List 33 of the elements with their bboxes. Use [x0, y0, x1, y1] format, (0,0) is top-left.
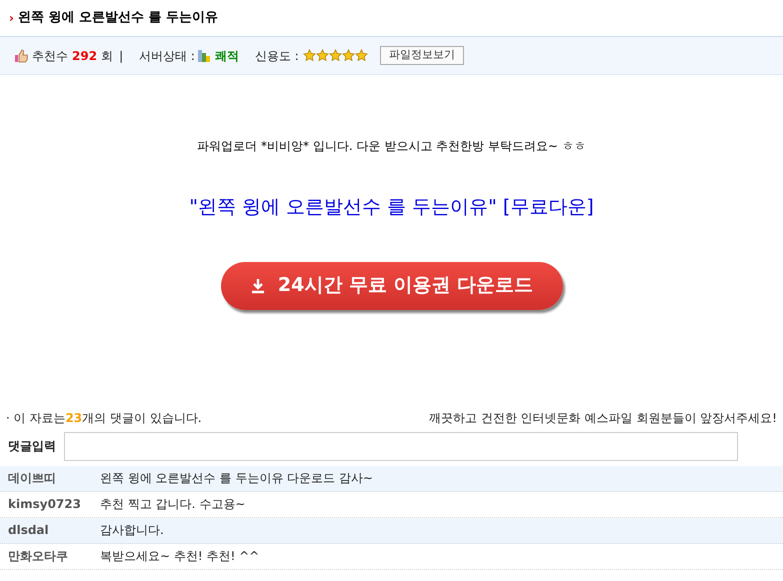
download-button[interactable]: 24시간 무료 이용권 다운로드: [220, 262, 562, 310]
download-icon: [250, 278, 266, 294]
star-icon: [342, 49, 355, 62]
comment-author: kimsy0723: [8, 496, 82, 513]
comment-author: 만화오타쿠: [8, 548, 69, 565]
comment-text: 추천 찍고 갑니다. 수고용~: [100, 496, 246, 513]
recommend-label: 추천수: [32, 48, 68, 64]
title-marker: ›: [9, 10, 14, 27]
comment-text: 왼쪽 윙에 오른발선수 를 두는이유 다운로드 감사~: [100, 470, 373, 487]
recommend-count: 292: [72, 48, 98, 64]
headline: "왼쪽 윙에 오른발선수 를 두는이유" [무료다운]: [189, 195, 594, 220]
comment-author: 데이쁘띠: [8, 470, 57, 487]
thumbs-up-icon: [15, 48, 28, 62]
trust-label: 신용도 :: [254, 48, 299, 64]
server-status-icon: [196, 48, 211, 62]
recommend-unit: 회: [101, 48, 114, 64]
intro-text: 파워업로더 *비비앙* 입니다. 다운 받으시고 추천한방 부탁드려요~ ㅎㅎ: [197, 138, 586, 155]
comment-author: dlsdal: [8, 522, 50, 539]
comment-input-label: 댓글입력: [8, 438, 56, 455]
server-status: 쾌적: [214, 48, 239, 64]
comment-count-text: · 이 자료는23개의 댓글이 있습니다.: [6, 410, 202, 426]
star-icon: [328, 49, 342, 62]
page-title: 왼쪽 윙에 오른발선수 를 두는이유: [18, 9, 218, 28]
star-icon: [316, 49, 329, 62]
server-label: 서버상태 :: [139, 48, 195, 64]
comment-input-field[interactable]: [64, 432, 738, 460]
comment-text: 감사합니다.: [100, 522, 164, 539]
file-info-button[interactable]: 파일정보보기: [380, 46, 464, 65]
star-icon: [302, 49, 316, 62]
comment-text: 복받으세요~ 추천! 추천! ^^: [100, 548, 260, 565]
comment-notice: 깨끗하고 건전한 인터넷문화 예스파일 회원분들이 앞장서주세요!: [429, 410, 777, 426]
separator: |: [119, 48, 124, 64]
star-icon: [354, 49, 368, 62]
